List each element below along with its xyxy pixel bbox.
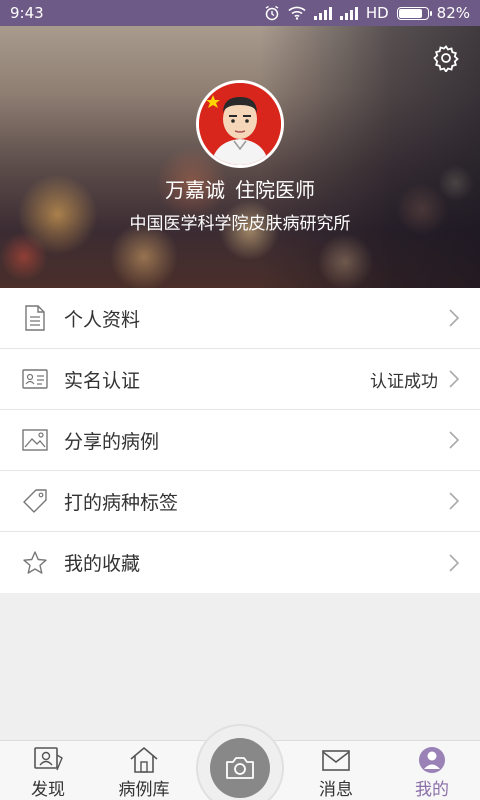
chevron-right-icon — [449, 370, 460, 388]
gear-icon[interactable] — [432, 44, 460, 72]
image-icon — [22, 427, 48, 453]
menu-item-label: 个人资料 — [64, 308, 141, 331]
home-icon — [130, 746, 158, 773]
user-name: 万嘉诚 — [165, 178, 225, 202]
menu-item-shared-cases[interactable]: 分享的病例 — [0, 410, 480, 471]
nav-label: 我的 — [415, 780, 449, 800]
chevron-right-icon — [449, 553, 460, 572]
signal-icon-2 — [339, 6, 358, 20]
chevron-right-icon — [449, 431, 460, 449]
menu-item-label: 打的病种标签 — [64, 491, 179, 514]
verification-status: 认证成功 — [370, 371, 438, 392]
wifi-icon — [288, 6, 306, 20]
alarm-icon — [265, 5, 279, 21]
nav-discover[interactable]: 发现 — [8, 741, 88, 800]
menu-item-label: 我的收藏 — [64, 553, 141, 575]
profile-icon — [419, 747, 445, 773]
network-type: HD — [365, 4, 389, 22]
mail-icon — [322, 750, 350, 771]
camera-button[interactable] — [210, 738, 270, 798]
nav-label: 发现 — [31, 780, 65, 800]
avatar[interactable] — [196, 80, 284, 168]
nav-label: 病例库 — [118, 780, 170, 800]
menu-item-verification[interactable]: 实名认证 认证成功 — [0, 349, 480, 410]
tag-icon — [22, 488, 48, 514]
nav-mine[interactable]: 我的 — [392, 741, 472, 800]
status-time: 9:43 — [10, 4, 44, 22]
menu-item-profile[interactable]: 个人资料 — [0, 288, 480, 349]
battery-percent: 82% — [436, 4, 470, 22]
battery-icon — [396, 6, 432, 20]
nav-case-library[interactable]: 病例库 — [104, 741, 184, 800]
profile-header: 万嘉诚 住院医师 中国医学科学院皮肤病研究所 — [0, 26, 480, 288]
nav-label: 消息 — [319, 780, 353, 800]
menu-item-label: 分享的病例 — [64, 430, 160, 453]
menu-item-disease-tags[interactable]: 打的病种标签 — [0, 471, 480, 532]
menu-item-favorites[interactable]: 我的收藏 — [0, 532, 480, 593]
discover-icon — [34, 747, 63, 771]
id-card-icon — [22, 366, 48, 392]
chevron-right-icon — [449, 492, 460, 510]
star-icon — [22, 550, 48, 576]
chevron-right-icon — [449, 309, 460, 327]
nav-messages[interactable]: 消息 — [296, 741, 376, 800]
user-title: 住院医师 — [235, 178, 315, 202]
profile-menu: 个人资料 实名认证 认证成功 分享的病例 打的病种标签 我的收藏 — [0, 288, 480, 593]
status-bar: 9:43 HD 82% — [0, 0, 480, 26]
user-organization: 中国医学科学院皮肤病研究所 — [129, 214, 351, 234]
menu-item-label: 实名认证 — [64, 369, 141, 392]
camera-icon — [226, 757, 254, 779]
user-name-title: 万嘉诚 住院医师 — [0, 174, 480, 203]
document-icon — [22, 305, 48, 331]
signal-icon — [313, 6, 332, 20]
